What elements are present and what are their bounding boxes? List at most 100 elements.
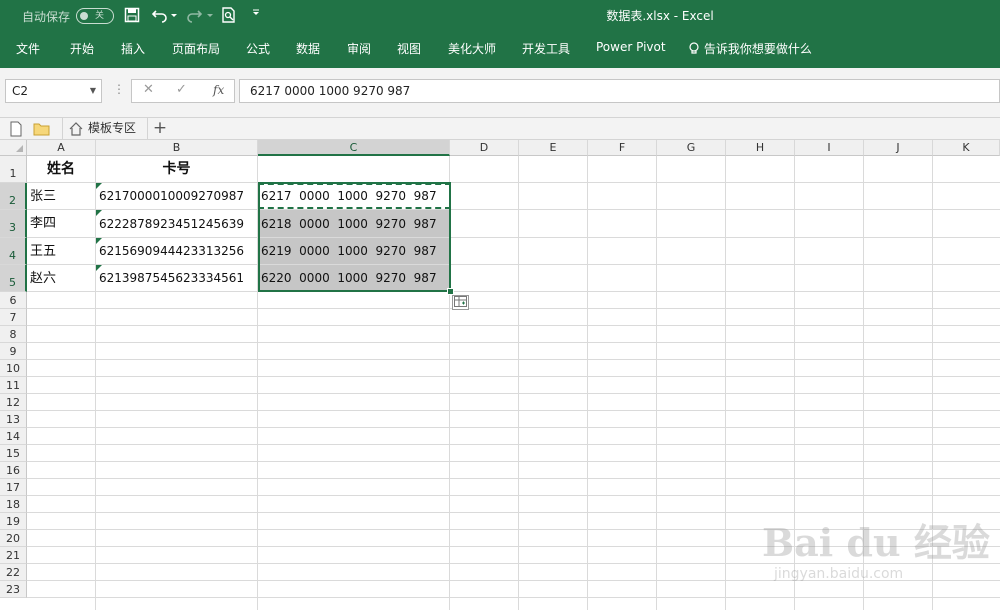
cell-a3[interactable]: 李四 — [27, 210, 96, 238]
tab-template-zone[interactable]: 模板专区 — [62, 118, 148, 140]
tab-file[interactable]: 文件 — [16, 40, 40, 57]
title-bar: 自动保存 关 数据表.xlsx - Excel — [0, 0, 1000, 33]
enter-icon[interactable]: ✓ — [176, 82, 187, 97]
row-header-6[interactable]: 6 — [0, 292, 27, 309]
fill-handle[interactable] — [447, 288, 454, 295]
column-header-j[interactable]: J — [864, 140, 933, 156]
row-header-13[interactable]: 13 — [0, 411, 27, 428]
cell-b3[interactable]: 6222878923451245639 — [96, 210, 258, 238]
tab-review[interactable]: 审阅 — [347, 40, 371, 57]
column-header-c[interactable]: C — [258, 140, 450, 156]
text-number-indicator-icon — [96, 238, 102, 244]
column-header-f[interactable]: F — [588, 140, 657, 156]
tab-developer[interactable]: 开发工具 — [522, 40, 570, 57]
chevron-down-icon[interactable]: ▼ — [90, 80, 96, 102]
row-header-21[interactable]: 21 — [0, 547, 27, 564]
row-header-7[interactable]: 7 — [0, 309, 27, 326]
tab-view[interactable]: 视图 — [397, 40, 421, 57]
cell-b1[interactable]: 卡号 — [96, 156, 258, 183]
autosave-label: 自动保存 — [22, 9, 71, 24]
select-all-button[interactable] — [0, 140, 27, 156]
formula-bar: C2 ▼ ⋮ ✕ ✓ fx 6217 0000 1000 9270 987 — [0, 68, 1000, 118]
column-header-e[interactable]: E — [519, 140, 588, 156]
cell-b2[interactable]: 6217000010009270987 — [96, 183, 258, 210]
row-header-10[interactable]: 10 — [0, 360, 27, 377]
tab-power-pivot[interactable]: Power Pivot — [596, 40, 666, 54]
row-header-3[interactable]: 3 — [0, 210, 27, 238]
row-header-4[interactable]: 4 — [0, 238, 27, 265]
tab-insert[interactable]: 插入 — [121, 40, 145, 57]
text-number-indicator-icon — [96, 183, 102, 189]
column-header-d[interactable]: D — [450, 140, 519, 156]
document-tab-bar: 模板专区 + — [0, 118, 1000, 140]
window-title: 数据表.xlsx - Excel — [606, 9, 714, 23]
row-header-23[interactable]: 23 — [0, 581, 27, 598]
add-tab-button[interactable]: + — [150, 118, 170, 140]
redo-icon[interactable] — [186, 7, 216, 25]
row-header-15[interactable]: 15 — [0, 445, 27, 462]
cell-a2[interactable]: 张三 — [27, 183, 96, 210]
quick-analysis-icon[interactable] — [452, 295, 469, 310]
folder-icon[interactable] — [33, 121, 50, 137]
insert-function-button[interactable]: fx — [213, 83, 224, 97]
resize-handle-icon[interactable]: ⋮ — [113, 82, 125, 96]
tab-beautify[interactable]: 美化大师 — [448, 40, 496, 57]
ribbon-tabs: 文件 开始 插入 页面布局 公式 数据 审阅 视图 美化大师 开发工具 Powe… — [0, 33, 1000, 68]
watermark-url: jingyan.baidu.com — [774, 566, 904, 582]
row-header-11[interactable]: 11 — [0, 377, 27, 394]
cell-c4[interactable]: 6219 0000 1000 9270 987 — [258, 238, 450, 265]
column-header-h[interactable]: H — [726, 140, 795, 156]
cancel-icon[interactable]: ✕ — [143, 82, 154, 97]
autosave-toggle[interactable]: 关 — [76, 8, 115, 24]
cell-b4[interactable]: 6215690944423313256 — [96, 238, 258, 265]
tell-me-box[interactable]: 告诉我你想要做什么 — [688, 40, 812, 57]
tell-me-label: 告诉我你想要做什么 — [703, 42, 812, 56]
row-header-9[interactable]: 9 — [0, 343, 27, 360]
column-header-b[interactable]: B — [96, 140, 258, 156]
customize-qat-icon[interactable] — [246, 7, 266, 25]
text-number-indicator-icon — [96, 210, 102, 216]
watermark-logo-text: Bai du 经验 — [762, 520, 990, 565]
name-box-value: C2 — [12, 84, 29, 98]
cell-b5[interactable]: 6213987545623334561 — [96, 265, 258, 292]
new-file-icon[interactable] — [9, 121, 25, 137]
tab-home[interactable]: 开始 — [70, 40, 94, 57]
print-preview-icon[interactable] — [219, 7, 239, 25]
cell-a4[interactable]: 王五 — [27, 238, 96, 265]
column-header-i[interactable]: I — [795, 140, 864, 156]
formula-buttons: ✕ ✓ fx — [131, 79, 235, 103]
autosave-control[interactable]: 自动保存 关 — [22, 6, 115, 26]
cell-b5-value: 6213987545623334561 — [99, 271, 245, 285]
tab-formulas[interactable]: 公式 — [246, 40, 270, 57]
row-header-8[interactable]: 8 — [0, 326, 27, 343]
formula-input[interactable]: 6217 0000 1000 9270 987 — [239, 79, 1000, 103]
cell-a1[interactable]: 姓名 — [27, 156, 96, 183]
row-header-19[interactable]: 19 — [0, 513, 27, 530]
cell-b3-value: 6222878923451245639 — [99, 217, 245, 231]
row-header-17[interactable]: 17 — [0, 479, 27, 496]
save-icon[interactable] — [122, 7, 142, 25]
column-header-a[interactable]: A — [27, 140, 96, 156]
cell-a5[interactable]: 赵六 — [27, 265, 96, 292]
home-icon — [69, 122, 83, 136]
tab-data[interactable]: 数据 — [296, 40, 320, 57]
row-header-2[interactable]: 2 — [0, 183, 27, 210]
row-header-18[interactable]: 18 — [0, 496, 27, 513]
row-header-5[interactable]: 5 — [0, 265, 27, 292]
name-box[interactable]: C2 ▼ — [5, 79, 102, 103]
column-header-g[interactable]: G — [657, 140, 726, 156]
cell-c3[interactable]: 6218 0000 1000 9270 987 — [258, 210, 450, 238]
row-header-20[interactable]: 20 — [0, 530, 27, 547]
cell-b2-value: 6217000010009270987 — [99, 189, 245, 203]
row-header-16[interactable]: 16 — [0, 462, 27, 479]
template-tab-label: 模板专区 — [88, 121, 137, 135]
column-header-k[interactable]: K — [933, 140, 1000, 156]
row-header-14[interactable]: 14 — [0, 428, 27, 445]
row-header-22[interactable]: 22 — [0, 564, 27, 581]
row-header-12[interactable]: 12 — [0, 394, 27, 411]
cell-c5[interactable]: 6220 0000 1000 9270 987 — [258, 265, 450, 292]
row-header-1[interactable]: 1 — [0, 156, 27, 183]
undo-icon[interactable] — [150, 7, 180, 25]
tab-page-layout[interactable]: 页面布局 — [172, 40, 220, 57]
cell-c2[interactable]: 6217 0000 1000 9270 987 — [258, 183, 450, 210]
